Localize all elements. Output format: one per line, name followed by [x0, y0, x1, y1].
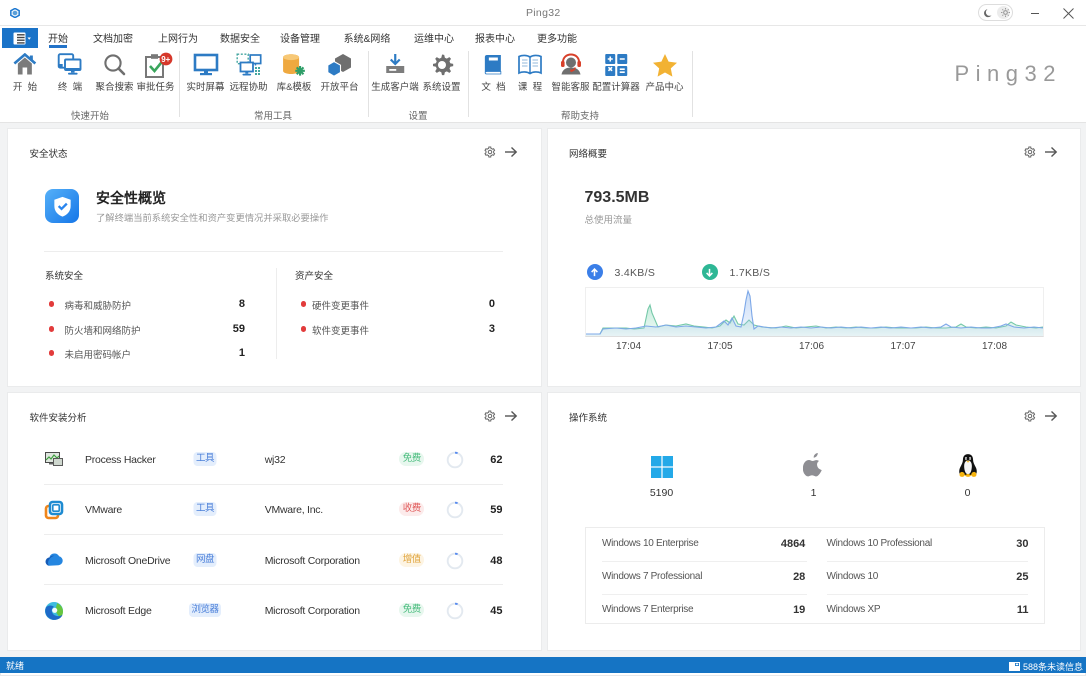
svg-text:9+: 9+ [161, 54, 170, 63]
